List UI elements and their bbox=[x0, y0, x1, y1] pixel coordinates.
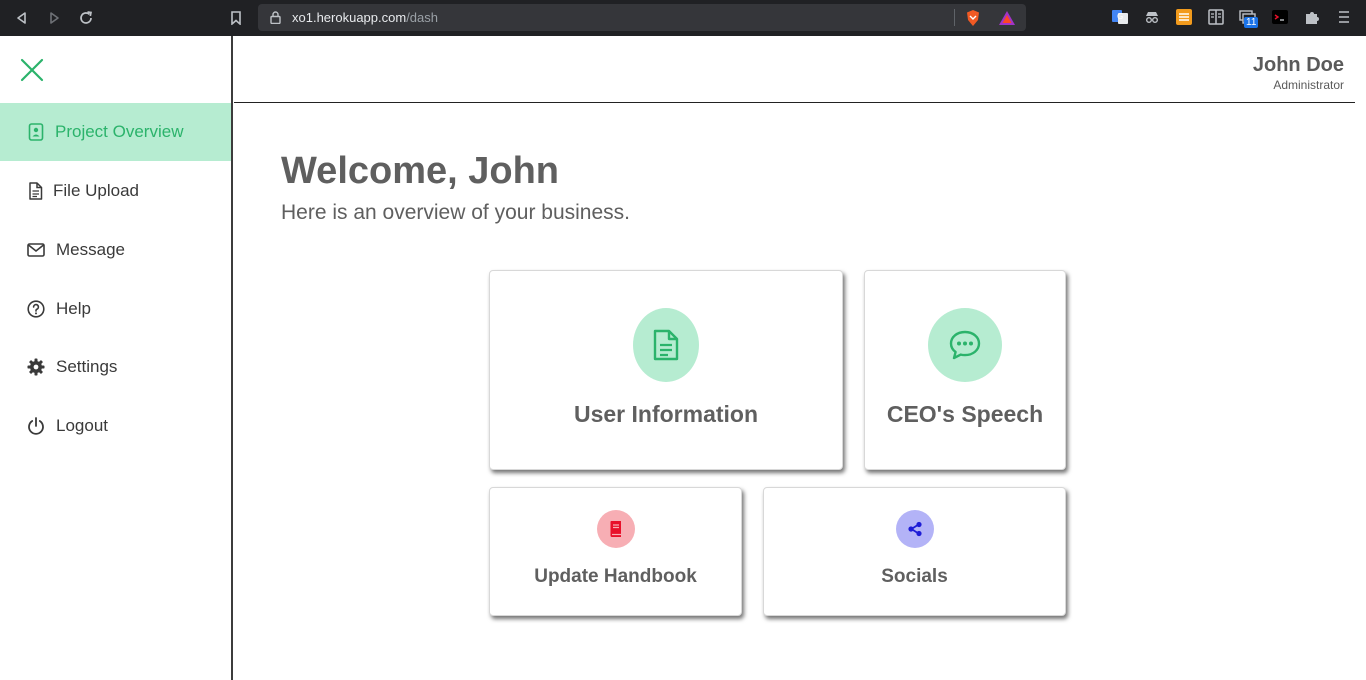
power-icon bbox=[26, 416, 46, 436]
translate-extension-icon[interactable]: G bbox=[1111, 8, 1129, 26]
document-icon bbox=[633, 308, 699, 382]
file-icon bbox=[25, 181, 45, 201]
brave-shield-icon[interactable] bbox=[964, 9, 982, 27]
browser-menu-icon[interactable] bbox=[1335, 8, 1353, 26]
sidebar-item-settings[interactable]: Settings bbox=[0, 338, 231, 396]
card-label: User Information bbox=[573, 401, 759, 427]
page-title: Welcome, John bbox=[281, 150, 560, 192]
sidebar-item-label: Help bbox=[56, 299, 91, 318]
question-circle-icon bbox=[26, 299, 46, 319]
sidebar-item-help[interactable]: Help bbox=[0, 280, 231, 338]
sidebar-item-project-overview[interactable]: Project Overview bbox=[0, 103, 231, 161]
page-subtitle: Here is an overview of your business. bbox=[281, 201, 630, 224]
reader-extension-icon[interactable] bbox=[1207, 8, 1225, 26]
user-name[interactable]: John Doe bbox=[1253, 54, 1344, 77]
sidebar-item-label: Message bbox=[56, 240, 125, 259]
reload-icon[interactable] bbox=[76, 8, 96, 28]
socials-card[interactable]: Socials bbox=[763, 487, 1066, 616]
sidebar: Project Overview File Upload Message Hel… bbox=[0, 36, 233, 680]
update-handbook-card[interactable]: Update Handbook bbox=[489, 487, 742, 616]
puzzle-extensions-icon[interactable] bbox=[1303, 8, 1321, 26]
layers-extension-icon[interactable] bbox=[1175, 8, 1193, 26]
brave-rewards-icon[interactable] bbox=[998, 10, 1016, 26]
lock-icon bbox=[270, 11, 281, 24]
envelope-icon bbox=[26, 240, 46, 260]
chat-bubble-icon bbox=[928, 308, 1002, 382]
forward-icon[interactable] bbox=[44, 8, 64, 28]
book-icon bbox=[597, 510, 635, 548]
sidebar-item-label: Settings bbox=[56, 357, 118, 376]
address-bar[interactable]: xo1.herokuapp.com/dash bbox=[258, 4, 1026, 31]
back-icon[interactable] bbox=[12, 8, 32, 28]
terminal-extension-icon[interactable] bbox=[1271, 8, 1289, 26]
ceo-speech-card[interactable]: CEO's Speech bbox=[864, 270, 1066, 470]
card-label: Socials bbox=[881, 566, 948, 587]
sidebar-item-file-upload[interactable]: File Upload bbox=[0, 162, 231, 220]
spy-extension-icon[interactable] bbox=[1143, 8, 1161, 26]
contact-card-icon bbox=[26, 122, 46, 142]
close-sidebar-button[interactable] bbox=[18, 56, 46, 84]
bookmark-icon[interactable] bbox=[226, 8, 246, 28]
url-path: /dash bbox=[406, 10, 438, 25]
sidebar-item-label: File Upload bbox=[53, 181, 139, 200]
address-divider bbox=[954, 9, 955, 26]
extension-badge: 11 bbox=[1244, 17, 1259, 28]
url-text[interactable]: xo1.herokuapp.com/dash bbox=[292, 10, 438, 25]
close-icon bbox=[20, 58, 44, 82]
url-host: xo1.herokuapp.com bbox=[292, 10, 407, 25]
share-icon bbox=[896, 510, 934, 548]
gear-icon bbox=[26, 357, 46, 377]
browser-toolbar: xo1.herokuapp.com/dash G 11 bbox=[0, 0, 1366, 36]
sidebar-item-logout[interactable]: Logout bbox=[0, 397, 231, 455]
user-information-card[interactable]: User Information bbox=[489, 270, 843, 470]
tabs-extension-icon[interactable]: 11 bbox=[1239, 8, 1259, 28]
user-role: Administrator bbox=[1273, 78, 1344, 92]
card-label: CEO's Speech bbox=[886, 401, 1044, 427]
sidebar-item-message[interactable]: Message bbox=[0, 221, 231, 279]
sidebar-item-label: Project Overview bbox=[55, 122, 184, 141]
card-label: Update Handbook bbox=[534, 566, 697, 587]
svg-text:G: G bbox=[1117, 12, 1123, 21]
top-header: John Doe Administrator bbox=[234, 36, 1355, 103]
sidebar-item-label: Logout bbox=[56, 416, 108, 435]
